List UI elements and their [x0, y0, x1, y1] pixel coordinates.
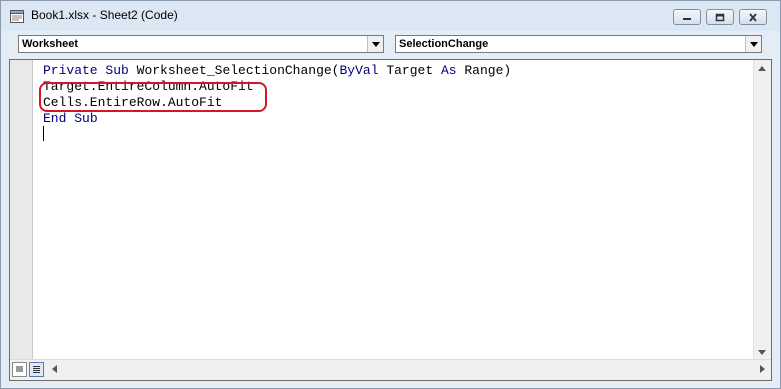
procedure-combo[interactable]: SelectionChange	[395, 35, 762, 53]
excel-app-icon	[10, 10, 24, 23]
restore-icon	[715, 13, 725, 22]
scroll-right-arrow-icon[interactable]	[754, 361, 770, 377]
minimize-icon	[682, 13, 692, 21]
minimize-button[interactable]	[673, 9, 701, 25]
procedure-combo-value: SelectionChange	[399, 38, 489, 50]
restore-button[interactable]	[706, 9, 734, 25]
keyword-as: As	[440, 63, 457, 78]
object-combo-value: Worksheet	[22, 38, 79, 50]
scroll-left-arrow-icon[interactable]	[46, 361, 62, 377]
keyword-sub-end: Sub	[74, 111, 98, 126]
margin-indicator-bar[interactable]	[10, 60, 33, 360]
param-type: Range)	[464, 63, 512, 78]
dropdown-arrow-icon[interactable]	[367, 36, 383, 52]
keyword-end: End	[43, 111, 67, 126]
object-combo[interactable]: Worksheet	[18, 35, 384, 53]
code-line-4: End Sub	[43, 111, 98, 127]
procedure-view-icon[interactable]	[12, 362, 27, 377]
vertical-scrollbar[interactable]	[753, 60, 771, 360]
full-module-view-icon[interactable]	[29, 362, 44, 377]
code-editor[interactable]: Private Sub Worksheet_SelectionChange(By…	[9, 59, 772, 381]
close-button[interactable]	[739, 9, 767, 25]
code-line-1: Private Sub Worksheet_SelectionChange(By…	[43, 63, 511, 79]
procedure-name: Worksheet_SelectionChange(	[136, 63, 340, 78]
keyword-private: Private	[43, 63, 98, 78]
dropdown-arrow-icon[interactable]	[745, 36, 761, 52]
combo-toolbar: Worksheet SelectionChange	[9, 31, 772, 58]
code-area[interactable]: Private Sub Worksheet_SelectionChange(By…	[33, 60, 755, 360]
scroll-down-arrow-icon[interactable]	[754, 344, 770, 360]
keyword-sub: Sub	[105, 63, 129, 78]
scroll-up-arrow-icon[interactable]	[754, 60, 770, 76]
code-window: Book1.xlsx - Sheet2 (Code) Worksheet Sel…	[0, 0, 781, 389]
bottom-bar	[10, 359, 771, 380]
highlight-annotation	[39, 82, 267, 112]
window-title: Book1.xlsx - Sheet2 (Code)	[31, 8, 178, 22]
keyword-byval: ByVal	[339, 63, 379, 78]
horizontal-scrollbar[interactable]	[46, 361, 770, 378]
title-bar[interactable]: Book1.xlsx - Sheet2 (Code)	[1, 1, 780, 31]
param-name: Target	[386, 63, 434, 78]
text-caret	[43, 126, 44, 141]
close-icon	[748, 12, 758, 22]
